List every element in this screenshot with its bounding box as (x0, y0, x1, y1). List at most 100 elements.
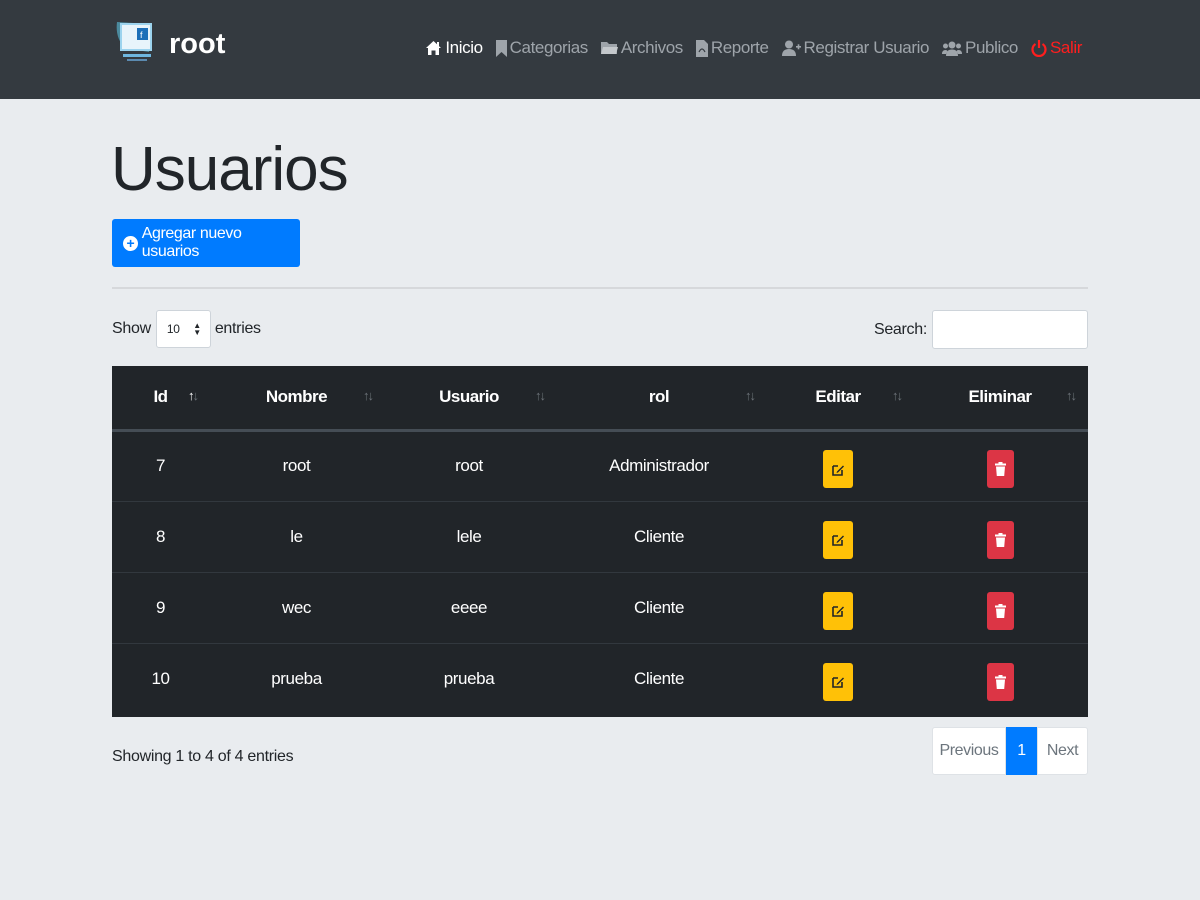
show-label: Show (112, 320, 151, 337)
add-user-button[interactable]: + Agregar nuevo usuarios (112, 219, 300, 267)
search-control: Search: (874, 310, 1088, 349)
bookmark-icon (495, 39, 507, 57)
edit-button[interactable] (823, 450, 853, 488)
nav-item-label: Salir (1049, 38, 1082, 57)
cell-rol: Cliente (633, 668, 685, 688)
edit-icon (831, 606, 844, 617)
cell-id: 8 (155, 526, 166, 546)
cell-usuario: lele (456, 526, 482, 546)
trash-icon (994, 462, 1006, 476)
cell-eliminar (912, 501, 1088, 572)
nav-item-reporte[interactable]: Reporte (695, 38, 769, 58)
next-page-button[interactable]: Next (1037, 727, 1088, 775)
column-header-nombre[interactable]: Nombre ↑↓ (209, 366, 384, 430)
previous-page-button[interactable]: Previous (932, 727, 1006, 775)
power-icon (1031, 39, 1047, 57)
cell-rol: Cliente (633, 597, 685, 617)
navbar: f root Inicio Categorias Archivos Report… (0, 0, 1200, 99)
nav-item-label: Archivos (620, 38, 683, 57)
trash-icon (994, 674, 1006, 689)
edit-button[interactable] (823, 662, 853, 701)
cell-nombre: root (282, 456, 311, 475)
delete-button[interactable] (986, 591, 1014, 630)
cell-id: 7 (155, 456, 166, 475)
table-info: Showing 1 to 4 of 4 entries (112, 748, 294, 765)
sort-icon: ↑↓ (535, 388, 546, 403)
nav-item-label: Registrar Usuario (803, 38, 930, 57)
cell-nombre: prueba (271, 668, 322, 688)
column-header-usuario[interactable]: Usuario ↑↓ (384, 366, 554, 430)
brand-text: root (169, 27, 226, 60)
nav-item-inicio[interactable]: Inicio (425, 38, 483, 58)
select-arrows-icon: ▲ ▼ (193, 321, 201, 337)
column-header-id[interactable]: Id ↑↓ (112, 366, 209, 430)
add-user-button-label: Agregar nuevo usuarios (141, 225, 242, 260)
table-row: 7 root root Administrador (112, 430, 1088, 501)
table-row: 9 wec eeee Cliente (112, 572, 1088, 643)
nav-item-label: Categorias (509, 38, 589, 57)
brand-logo-icon: f (113, 18, 155, 62)
cell-editar (764, 430, 912, 501)
cell-id: 9 (155, 597, 166, 617)
users-table: Id ↑↓ Nombre ↑↓ Usuario ↑↓ rol ↑↓ Editar (112, 366, 1088, 717)
sort-asc-icon: ↑↓ (188, 388, 199, 403)
table-row: 10 prueba prueba Cliente (112, 643, 1088, 714)
edit-icon (831, 535, 844, 546)
nav-item-archivos[interactable]: Archivos (600, 38, 683, 58)
trash-icon (994, 532, 1006, 547)
sort-icon: ↑↓ (363, 388, 374, 403)
table-header-row: Id ↑↓ Nombre ↑↓ Usuario ↑↓ rol ↑↓ Editar (112, 366, 1088, 430)
table-row: 8 le lele Cliente (112, 501, 1088, 572)
entries-label: entries (214, 320, 261, 337)
cell-usuario: prueba (443, 668, 495, 688)
pdf-file-icon (695, 39, 708, 57)
search-label: Search: (873, 320, 927, 338)
sort-icon: ↑↓ (892, 388, 903, 403)
column-header-rol[interactable]: rol ↑↓ (554, 366, 764, 430)
column-header-editar[interactable]: Editar ↑↓ (764, 366, 912, 430)
delete-button[interactable] (986, 450, 1014, 488)
cell-eliminar (912, 430, 1088, 501)
edit-icon (831, 464, 844, 476)
cell-eliminar (912, 643, 1088, 714)
nav-item-categorias[interactable]: Categorias (495, 38, 589, 58)
nav-item-label: Publico (965, 38, 1018, 57)
trash-icon (994, 603, 1006, 618)
nav-item-salir[interactable]: Salir (1031, 38, 1082, 58)
nav-item-label: Inicio (445, 38, 483, 57)
nav-item-registrar-usuario[interactable]: Registrar Usuario (781, 38, 930, 58)
search-input[interactable] (932, 310, 1088, 349)
edit-icon (831, 677, 844, 689)
user-plus-icon (781, 40, 801, 56)
edit-button[interactable] (823, 591, 853, 630)
entries-select-value: 10 (166, 322, 180, 336)
cell-usuario: root (455, 456, 483, 475)
column-header-eliminar[interactable]: Eliminar ↑↓ (912, 366, 1088, 430)
divider (112, 287, 1088, 289)
page-title: Usuarios (111, 135, 349, 204)
sort-icon: ↑↓ (1066, 388, 1077, 403)
delete-button[interactable] (986, 520, 1014, 559)
entries-select[interactable]: 10 ▲ ▼ (155, 310, 211, 348)
folder-icon (600, 42, 618, 54)
cell-nombre: le (290, 526, 303, 546)
edit-button[interactable] (823, 520, 853, 559)
cell-rol: Cliente (633, 526, 685, 546)
cell-editar (764, 501, 912, 572)
cell-eliminar (912, 572, 1088, 643)
nav-item-label: Reporte (710, 38, 769, 57)
plus-circle-icon: + (123, 235, 138, 251)
pagination: Previous 1 Next (932, 727, 1088, 775)
cell-editar (764, 572, 912, 643)
cell-rol: Administrador (609, 456, 709, 475)
cell-usuario: eeee (450, 597, 488, 617)
brand[interactable]: f root (113, 18, 225, 62)
nav-links: Inicio Categorias Archivos Reporte Regis… (412, 38, 1082, 58)
home-icon (426, 41, 442, 55)
nav-item-publico[interactable]: Publico (942, 38, 1018, 58)
cell-id: 10 (151, 668, 170, 688)
users-icon (942, 41, 963, 56)
page-1-button[interactable]: 1 (1006, 727, 1037, 775)
delete-button[interactable] (986, 662, 1014, 701)
cell-editar (764, 643, 912, 714)
